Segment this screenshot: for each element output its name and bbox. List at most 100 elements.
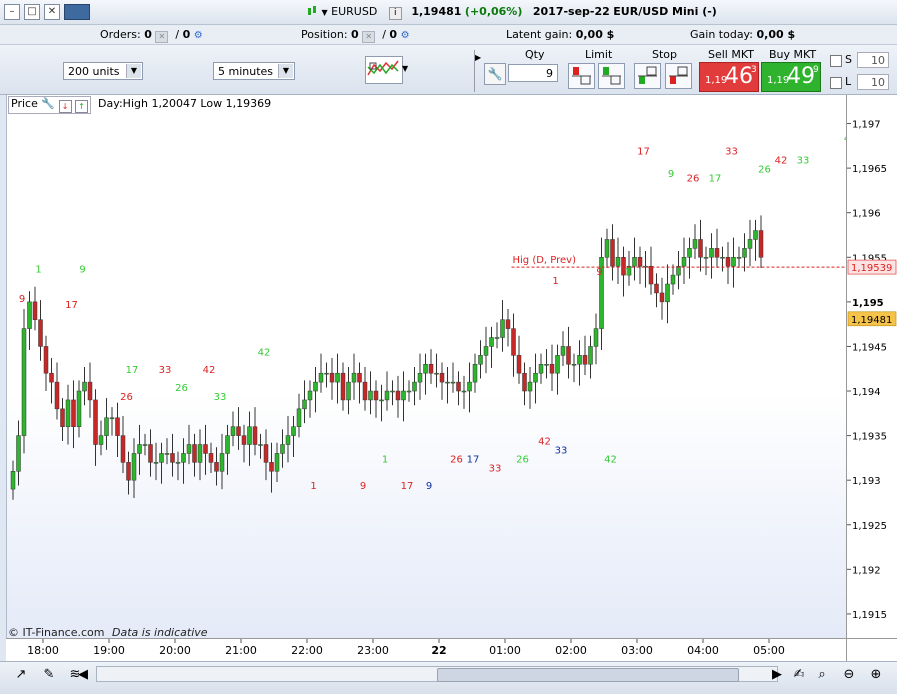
restore-icon[interactable]: □ (24, 4, 40, 20)
candle-up (577, 355, 582, 365)
buy-price-big: 49 (787, 64, 815, 89)
candle-down (698, 239, 703, 258)
signal-label: 1 (382, 454, 388, 465)
s-checkbox[interactable] (830, 55, 842, 67)
orders-status: Orders: 0 ✕ / 0 ⚙ (100, 28, 203, 43)
export-icon[interactable]: ↗ (12, 666, 30, 684)
signal-label: 1 (624, 267, 630, 278)
candle-down (362, 381, 368, 401)
candle-up (368, 390, 373, 401)
title-date: 2017-sep-22 (532, 5, 610, 18)
time-scrollbar[interactable] (96, 666, 778, 682)
dropdown-arrow-icon[interactable]: ▼ (322, 8, 328, 17)
close-icon[interactable]: ✕ (44, 4, 60, 20)
zoom-fit-icon[interactable]: ⌕ (813, 666, 831, 684)
candle-down (456, 381, 461, 392)
candle-up (494, 337, 500, 339)
signal-label: 9 (79, 264, 85, 275)
interval-select[interactable]: 5 minutes ▼ (213, 62, 295, 80)
info-icon[interactable]: i (388, 7, 402, 20)
candle-down (115, 417, 120, 436)
candlestick-chart[interactable]: Hig (D, Prev)911792617 33264233421 9117 926… (7, 95, 847, 638)
candle-down (758, 230, 764, 258)
candle-down (49, 372, 54, 383)
stop-buy-button[interactable] (665, 63, 692, 89)
buy-mini-icon[interactable]: ↑ (75, 100, 89, 113)
orders-gear-icon[interactable]: ⚙ (194, 30, 203, 41)
signal-label: 26 (120, 392, 133, 403)
candle-up (736, 257, 742, 259)
candle-up (406, 390, 412, 393)
signal-label: 1 (35, 264, 41, 275)
x-tick-label: 05:00 (753, 644, 785, 657)
time-axis[interactable]: 18:00 19:00 20:00 21:00 22:00 23:00 22 01:00 02:… (6, 638, 846, 661)
scrollbar-thumb[interactable] (437, 668, 739, 682)
stop-sell-icon (638, 66, 657, 84)
stop-sell-button[interactable] (634, 63, 661, 89)
collapse-arrow-icon[interactable]: ▶ (475, 53, 481, 62)
gain-today: Gain today: 0,00 $ (690, 28, 795, 41)
signal-label: 26 (687, 173, 700, 184)
units-select[interactable]: 200 units ▼ (63, 62, 143, 80)
chart-legend: Price 🔧 ↓ ↑ Day:High 1,20047 Low 1,19369 (8, 96, 271, 114)
candle-up (186, 444, 192, 454)
y-tick-label: 1,196 (852, 209, 881, 220)
close-position-icon[interactable]: ✕ (362, 31, 376, 43)
candle-up (302, 399, 307, 410)
prev-high-value: 1,19539 (851, 263, 892, 274)
sell-mini-icon[interactable]: ↓ (58, 100, 72, 113)
cancel-orders-icon[interactable]: ✕ (155, 31, 169, 43)
y-tick-label: 1,1915 (852, 610, 887, 621)
position-status: Position: 0 ✕ / 0 ⚙ (301, 28, 410, 43)
buy-market-button[interactable]: 1,19 49 9 (761, 62, 821, 92)
price-axis[interactable]: 1,197 1,1965 1,196 1,1955 1,195 1,1945 1,194 1,… (846, 95, 897, 638)
signal-label: 42 (538, 437, 551, 448)
keyboard-icon[interactable] (64, 4, 90, 20)
candle-up (615, 257, 621, 267)
title-bar: – □ ✕ ▼ EURUSD i 1,19481 (+0,06%) 2017-s… (0, 0, 897, 25)
s-value-input[interactable]: 10 (857, 52, 889, 68)
instrument-name[interactable]: EURUSD (331, 5, 377, 18)
candle-up (335, 372, 340, 383)
minimize-icon[interactable]: – (4, 4, 20, 20)
qty-input[interactable]: 9 (508, 64, 558, 82)
candle-up (467, 381, 472, 392)
settings-wrench-icon[interactable]: 🔧 (484, 63, 506, 85)
y-tick-label: 1,195 (852, 298, 884, 309)
draw-tool-icon[interactable]: ✎ (40, 666, 58, 684)
candle-up (417, 372, 423, 383)
wrench-icon[interactable]: 🔧 (41, 97, 55, 110)
candle-up (753, 230, 758, 240)
candle-up (230, 426, 236, 436)
candle-up (538, 364, 544, 374)
candle-down (549, 364, 555, 374)
signal-label: 17 (467, 454, 480, 465)
x-tick-label: 02:00 (555, 644, 587, 657)
position-gear-icon[interactable]: ⚙ (401, 30, 410, 41)
l-value-input[interactable]: 10 (857, 74, 889, 90)
limit-sell-button[interactable] (568, 63, 595, 89)
candlestick-icon[interactable] (306, 5, 318, 17)
zoom-in-icon[interactable]: ⊕ (867, 666, 885, 684)
chevron-down-icon[interactable]: ▼ (126, 64, 141, 78)
zoom-out-icon[interactable]: ⊖ (840, 666, 858, 684)
indicators-dropdown-icon[interactable]: ▼ (402, 64, 408, 73)
scroll-left-icon[interactable]: ◀ (76, 666, 90, 684)
limit-buy-button[interactable] (598, 63, 625, 89)
l-checkbox[interactable] (830, 77, 842, 89)
candle-down (236, 426, 241, 436)
pen-icon[interactable]: ✍ (790, 666, 808, 684)
y-tick-label: 1,1925 (852, 521, 887, 532)
candle-up (27, 301, 32, 329)
indicators-button[interactable] (365, 56, 403, 84)
signal-label: 26 (758, 165, 771, 176)
scroll-right-icon[interactable]: ▶ (770, 666, 784, 684)
price-legend-button[interactable]: Price 🔧 ↓ ↑ (8, 96, 92, 114)
sell-market-button[interactable]: 1,19 46 3 (699, 62, 759, 92)
price-chart[interactable]: Hig (D, Prev) 9 1 17 9 26 17 33 26 42 33 42 1 9 1 17 9 26… (6, 95, 847, 638)
signal-label: 42 (258, 347, 271, 358)
signal-label: 33 (214, 392, 227, 403)
window-controls: – □ ✕ (4, 4, 90, 20)
chevron-down-icon[interactable]: ▼ (278, 64, 293, 78)
signal-label: 9 (360, 481, 366, 492)
